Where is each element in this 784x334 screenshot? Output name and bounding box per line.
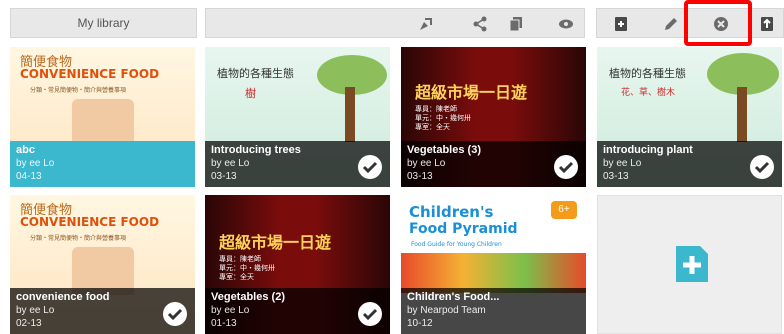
thumb-cn-title: 植物的各種生態	[609, 67, 686, 80]
new-icon[interactable]	[613, 16, 629, 32]
thumb-cn-title: 超級市場一日遊	[415, 83, 528, 102]
thumb-title-line1: Children's	[409, 203, 494, 221]
new-file-icon	[676, 246, 708, 282]
thumb-cn-title: 植物的各種生態	[217, 67, 294, 80]
thumb-title-line2: Food Pyramid	[409, 221, 518, 237]
thumb-subtitle: 專員：陳老師 單元：中・幾何卅 專室：全天	[219, 255, 275, 281]
lesson-card-vegetables-2[interactable]: 超級市場一日遊 專員：陳老師 單元：中・幾何卅 專室：全天 Vegetables…	[205, 195, 390, 334]
thumb-subtitle: 樹	[245, 87, 256, 100]
card-title: convenience food	[16, 291, 110, 303]
card-date: 04-13	[16, 171, 42, 182]
add-presentation-tile[interactable]	[597, 195, 782, 334]
lesson-card-introducing-trees[interactable]: 植物的各種生態 樹 Introducing trees by ee Lo 03-…	[205, 47, 390, 187]
card-date: 03-13	[211, 171, 237, 182]
card-title: Vegetables (3)	[407, 144, 481, 156]
thumb-en-title: CONVENIENCE FOOD	[20, 215, 160, 229]
thumb-subtitle: 花、草、樹木	[621, 88, 676, 98]
card-info: Children's Food... by Nearpod Team 10-12	[401, 288, 586, 334]
export-icon[interactable]	[759, 16, 775, 32]
thumb-subtitle: 分類・常見簡便物・簡介與營養事項	[30, 235, 127, 242]
check-icon[interactable]	[358, 155, 382, 179]
my-library-label: My library	[77, 16, 130, 30]
card-title: abc	[16, 144, 35, 156]
thumb-en-title: CONVENIENCE FOOD	[20, 67, 160, 81]
thumb-subtitle: 分類・常見簡便物・簡介與營養事項	[30, 87, 127, 94]
card-title: Introducing trees	[211, 144, 301, 156]
lesson-card-vegetables-3[interactable]: 超級市場一日遊 專員：陳老師 單元：中・幾何卅 專室：全天 Vegetables…	[401, 47, 586, 187]
check-icon[interactable]	[554, 155, 578, 179]
thumb-subtitle: 專員：陳老師 單元：中・幾何卅 專室：全天	[415, 105, 471, 131]
card-info: abc by ee Lo 04-13	[10, 141, 195, 187]
card-date: 02-13	[16, 318, 42, 329]
my-library-tab[interactable]: My library	[10, 8, 197, 38]
check-icon[interactable]	[163, 302, 187, 326]
check-icon[interactable]	[358, 302, 382, 326]
thumb-subtitle: Food Guide for Young Children	[411, 241, 502, 248]
thumb-cn-title: 超級市場一日遊	[219, 233, 332, 252]
preview-icon[interactable]	[558, 16, 574, 32]
lesson-card-childrens-food[interactable]: Children's Food Pyramid Food Guide for Y…	[401, 195, 586, 334]
card-author: by Nearpod Team	[407, 305, 486, 316]
lesson-card-convenience-food[interactable]: 簡便食物 CONVENIENCE FOOD 分類・常見簡便物・簡介與營養事項 c…	[10, 195, 195, 334]
lesson-card-abc[interactable]: 簡便食物 CONVENIENCE FOOD 分類・常見簡便物・簡介與營養事項 a…	[10, 47, 195, 187]
card-date: 03-13	[407, 171, 433, 182]
age-badge: 6+	[551, 201, 577, 219]
check-icon[interactable]	[750, 155, 774, 179]
share-icon[interactable]	[472, 16, 488, 32]
delete-highlight-box	[684, 0, 752, 46]
card-date: 10-12	[407, 318, 433, 329]
copy-icon[interactable]	[508, 16, 524, 32]
edit-icon[interactable]	[418, 16, 434, 32]
card-title: Children's Food...	[407, 291, 500, 303]
card-title: Vegetables (2)	[211, 291, 285, 303]
card-date: 03-13	[603, 171, 629, 182]
lesson-card-introducing-plant[interactable]: 植物的各種生態 花、草、樹木 introducing plant by ee L…	[597, 47, 782, 187]
card-author: by ee Lo	[16, 158, 55, 169]
card-date: 01-13	[211, 318, 237, 329]
action-toolbar	[205, 8, 585, 38]
card-title: introducing plant	[603, 144, 693, 156]
pencil-icon[interactable]	[663, 16, 679, 32]
